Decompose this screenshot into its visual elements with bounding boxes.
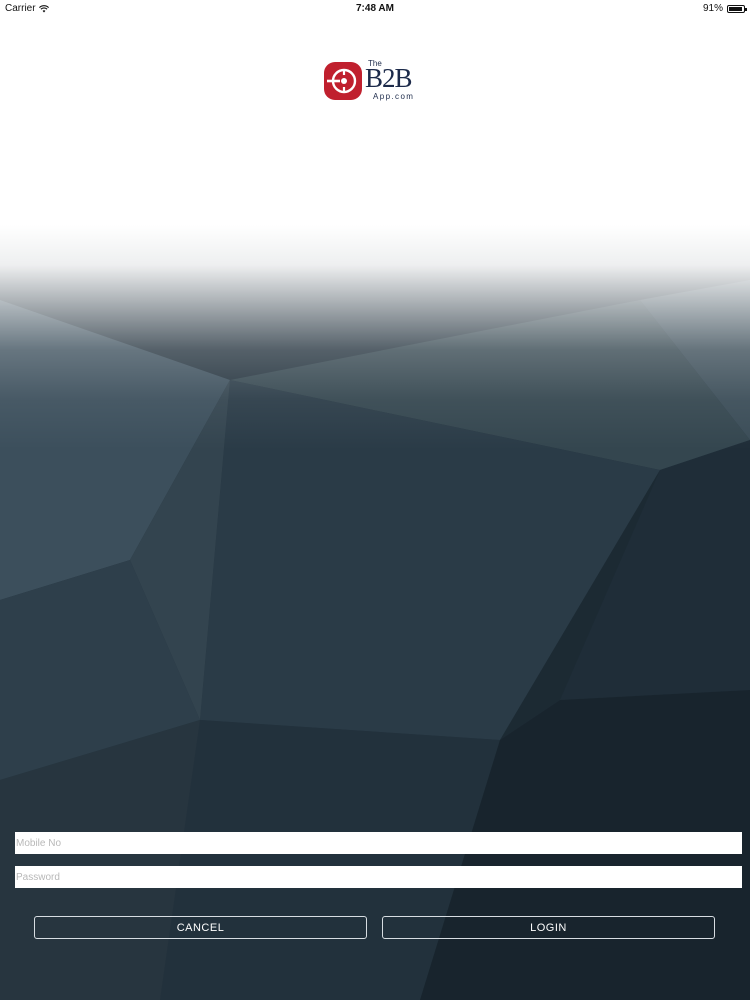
logo-name-text: B2B [365,63,413,93]
status-time: 7:48 AM [356,3,394,14]
logo-domain-text: App.com [373,92,415,101]
password-input[interactable] [15,866,742,888]
b2b-logo-mark-icon [324,62,362,100]
cancel-button[interactable]: CANCEL [34,916,367,939]
status-battery-group: 91% [702,3,747,14]
b2b-logo: The B2B App.com [323,59,427,103]
login-screen: Carrier 7:48 AM 91% The B2B App.com Mobi… [0,0,750,1000]
login-button[interactable]: LOGIN [382,916,715,939]
battery-level-fill [729,6,742,11]
battery-icon [727,4,747,13]
status-bar: Carrier 7:48 AM 91% [0,0,750,16]
battery-percent: 91% [702,3,723,14]
mobile-number-input[interactable] [15,832,742,854]
